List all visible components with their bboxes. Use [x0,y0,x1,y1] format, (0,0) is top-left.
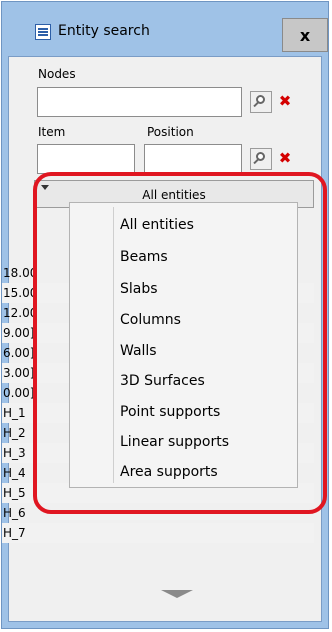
item-search-button[interactable] [250,148,272,170]
list-item[interactable]: H_7 [2,523,314,543]
nodes-clear-button[interactable]: ✖ [275,91,297,113]
title-bar[interactable]: Entity search x [2,2,328,54]
close-icon: x [299,25,311,45]
close-button[interactable]: x [282,18,328,52]
highlight-annotation [33,172,327,514]
entity-search-window: Entity search x Nodes ✖ Item Position ✖ … [1,1,329,629]
app-icon [35,24,51,40]
chevron-down-icon[interactable] [161,590,193,598]
nodes-label: Nodes [38,67,76,81]
delete-icon: ✖ [278,92,292,110]
item-label: Item [38,125,66,139]
window-title: Entity search [58,23,150,39]
position-input[interactable] [144,144,242,174]
delete-icon: ✖ [278,149,292,167]
nodes-search-button[interactable] [250,91,272,113]
position-label: Position [147,125,194,139]
item-clear-button[interactable]: ✖ [275,148,297,170]
nodes-input[interactable] [37,87,242,117]
item-input[interactable] [37,144,135,174]
